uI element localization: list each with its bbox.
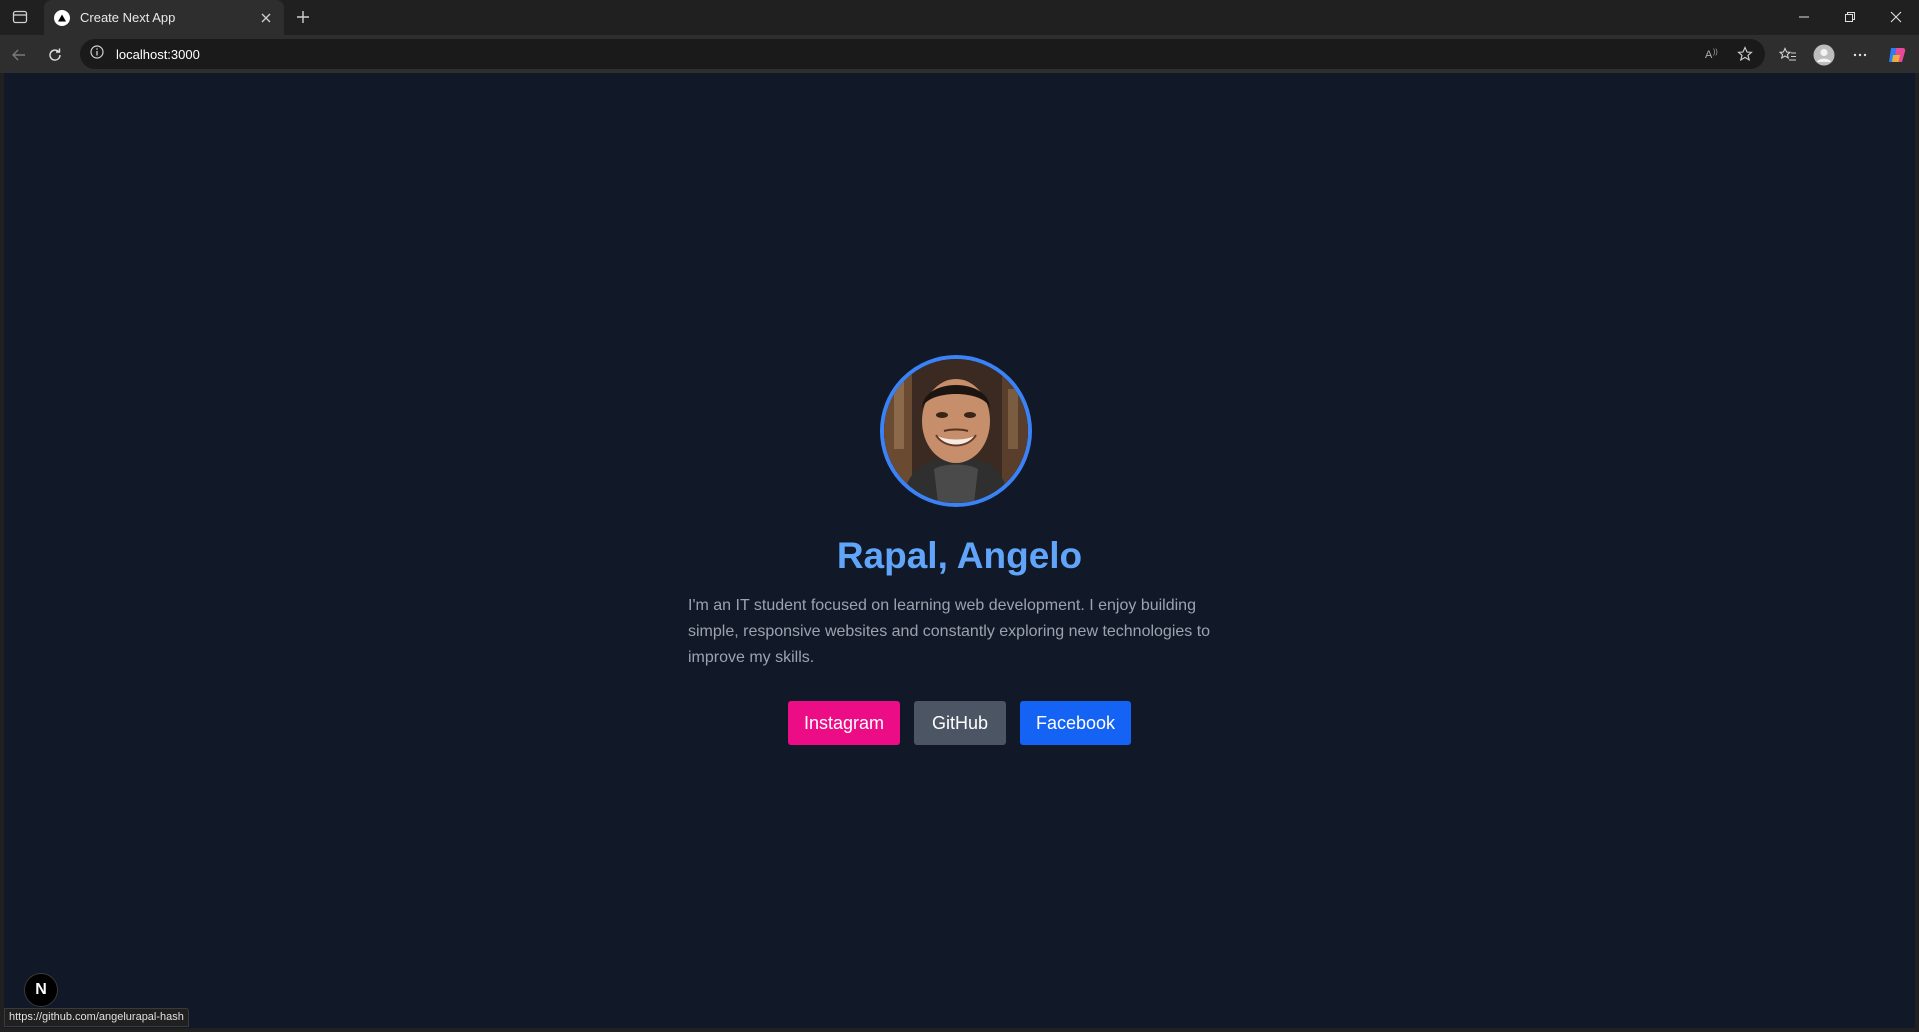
address-bar[interactable]: localhost:3000 A)) <box>80 39 1765 69</box>
new-tab-icon[interactable] <box>292 6 314 28</box>
profile-photo <box>880 355 1032 507</box>
tab-active[interactable]: Create Next App <box>44 0 284 35</box>
refresh-icon[interactable] <box>42 42 68 68</box>
restore-icon[interactable] <box>1827 0 1873 33</box>
close-tab-icon[interactable] <box>256 8 276 28</box>
tab-actions-icon[interactable] <box>10 7 30 27</box>
status-bar-url: https://github.com/angelurapal-hash <box>4 1008 189 1027</box>
favorite-star-icon[interactable] <box>1732 41 1758 67</box>
profile-avatar-icon[interactable] <box>1811 42 1837 68</box>
back-arrow-icon[interactable] <box>6 42 32 68</box>
svg-text:A: A <box>1705 49 1713 61</box>
github-button[interactable]: GitHub <box>914 701 1006 745</box>
instagram-button[interactable]: Instagram <box>788 701 900 745</box>
copilot-icon[interactable] <box>1884 42 1910 68</box>
tab-strip: Create Next App <box>0 0 1919 35</box>
read-aloud-icon[interactable]: A)) <box>1699 41 1725 67</box>
favorites-icon[interactable] <box>1775 42 1801 68</box>
profile-bio: I'm an IT student focused on learning we… <box>688 597 1211 666</box>
tab-title: Create Next App <box>80 10 176 25</box>
social-links: Instagram GitHub Facebook <box>4 701 1915 745</box>
page-viewport: Rapal, Angelo I'm an IT student focused … <box>4 73 1915 1028</box>
nextjs-triangle-icon <box>54 9 70 26</box>
site-info-icon[interactable] <box>90 44 104 64</box>
svg-text:)): )) <box>1713 49 1718 56</box>
url-text: localhost:3000 <box>116 46 200 62</box>
nextjs-dev-indicator[interactable]: N <box>24 973 58 1007</box>
minimize-icon[interactable] <box>1781 0 1827 33</box>
browser-toolbar: localhost:3000 A)) <box>0 35 1919 73</box>
profile-name: Rapal, Angelo <box>836 535 1083 576</box>
facebook-button[interactable]: Facebook <box>1020 701 1131 745</box>
close-window-icon[interactable] <box>1873 0 1919 33</box>
more-options-icon[interactable] <box>1847 42 1873 68</box>
